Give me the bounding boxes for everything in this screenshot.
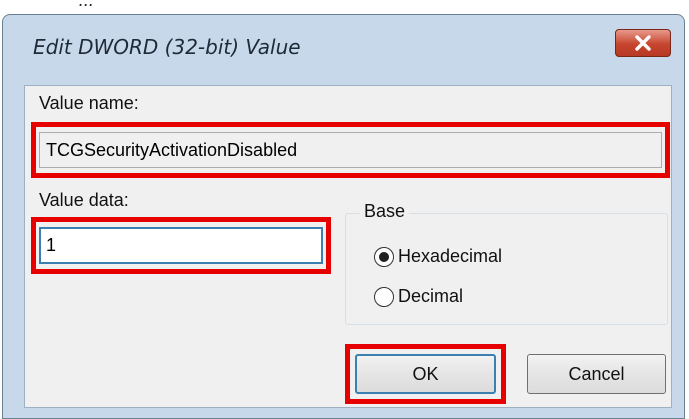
background-window-text: ...	[78, 0, 94, 10]
value-data-label: Value data:	[39, 190, 129, 210]
radio-unselected-icon	[374, 286, 394, 307]
hexadecimal-label: Hexadecimal	[398, 246, 503, 266]
radio-selected-icon	[374, 246, 394, 267]
base-legend: Base	[360, 201, 410, 222]
dialog-title: Edit DWORD (32-bit) Value	[33, 35, 301, 59]
value-data-input[interactable]: 1	[39, 227, 323, 264]
radio-dot	[379, 251, 389, 262]
base-groupbox: Base Hexadecimal Decimal	[345, 201, 668, 325]
ok-button[interactable]: OK	[355, 354, 496, 394]
close-button[interactable]	[615, 29, 671, 57]
edit-dword-dialog: Edit DWORD (32-bit) Value Value name: TC…	[2, 14, 685, 419]
cancel-button[interactable]: Cancel	[527, 354, 666, 394]
decimal-radio[interactable]: Decimal	[374, 286, 463, 307]
value-name-field[interactable]: TCGSecurityActivationDisabled	[39, 132, 662, 168]
hexadecimal-radio[interactable]: Hexadecimal	[374, 246, 502, 267]
decimal-label: Decimal	[398, 286, 464, 306]
close-x-icon	[635, 35, 651, 51]
background-window-fragment: ...	[0, 0, 689, 14]
dialog-client-area: Value name: TCGSecurityActivationDisable…	[24, 85, 672, 408]
value-name-label: Value name:	[39, 93, 139, 113]
